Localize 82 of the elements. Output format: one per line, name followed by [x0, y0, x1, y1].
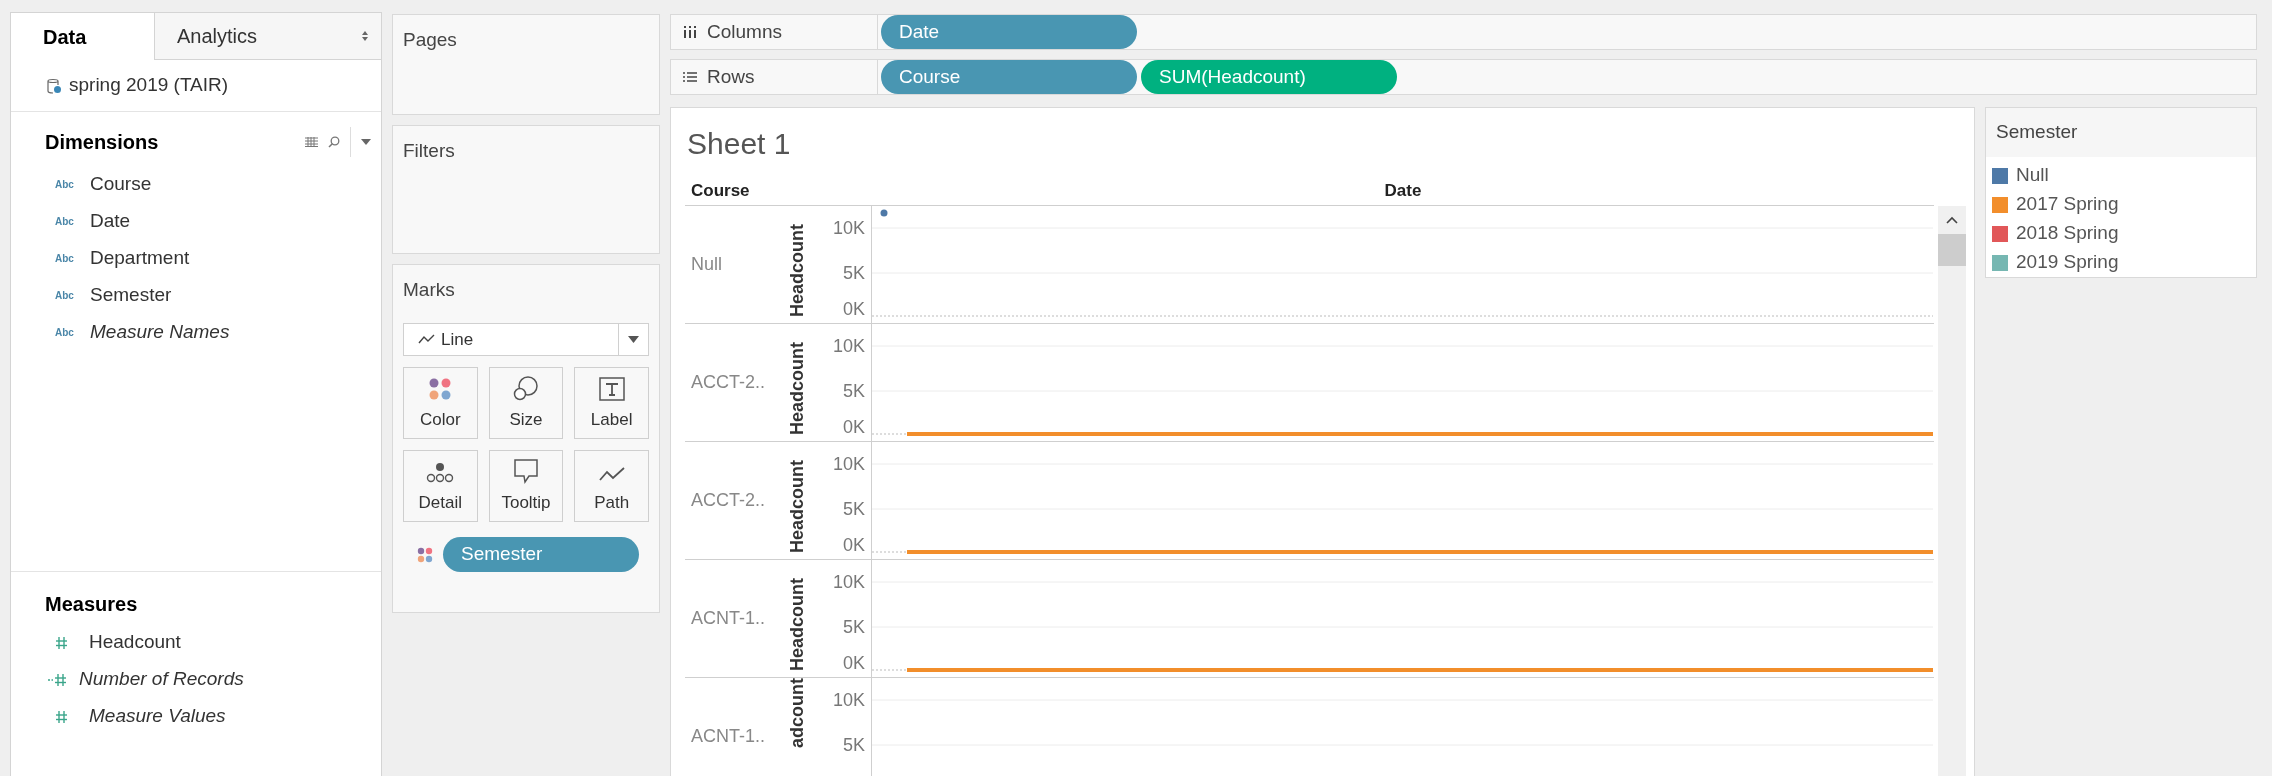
search-icon[interactable]	[328, 136, 340, 148]
axis-tick: 10K	[832, 336, 865, 356]
scroll-up-icon[interactable]	[1946, 216, 1958, 224]
field-item[interactable]: Department	[90, 244, 190, 273]
data-source-name[interactable]: spring 2019 (TAIR)	[69, 71, 229, 100]
scrollbar-thumb[interactable]	[1938, 234, 1966, 266]
color-dots-icon	[417, 546, 433, 563]
up-down-caret-icon	[361, 30, 369, 42]
scrollbar[interactable]	[1938, 206, 1966, 776]
string-type-icon: Abc	[55, 288, 79, 303]
legend-label[interactable]: 2019 Spring	[2016, 248, 2119, 277]
list-view-icon[interactable]	[305, 137, 318, 147]
course-label: ACCT-2..	[691, 489, 765, 512]
axis-title: Headcount	[786, 460, 808, 553]
mark-property-button[interactable]: Tooltip	[488, 450, 564, 522]
string-type-icon: Abc	[55, 214, 79, 229]
axis-tick: 5K	[842, 263, 865, 283]
course-label: ACNT-1..	[691, 725, 765, 748]
field-item[interactable]: Measure Values	[89, 702, 226, 731]
field-item[interactable]: Date	[90, 207, 131, 236]
course-label: ACNT-1..	[691, 607, 765, 630]
column-header: Date	[1384, 179, 1422, 202]
shelf-label: Columns	[707, 19, 782, 44]
sheet-title: Sheet 1	[686, 126, 792, 162]
circles-icon	[513, 374, 539, 401]
color-dots-icon	[428, 376, 453, 401]
generated-hash-icon	[47, 672, 67, 687]
section-title: Measures	[44, 592, 139, 617]
card-title: Pages	[403, 28, 458, 52]
columns-icon	[683, 26, 697, 38]
row-header: Course	[690, 179, 751, 202]
legend-label[interactable]: Null	[2016, 161, 2049, 190]
course-label: ACCT-2..	[691, 371, 765, 394]
axis-tick: 10K	[832, 572, 865, 592]
hash-icon	[55, 709, 67, 724]
mark-property-button[interactable]: Size	[488, 367, 564, 439]
hash-icon	[55, 635, 67, 650]
axis-title: adcount	[786, 678, 808, 748]
field-item[interactable]: Number of Records	[79, 665, 244, 694]
field-item[interactable]: Headcount	[89, 628, 181, 657]
database-icon	[47, 77, 61, 94]
text-label-icon	[598, 376, 625, 401]
axis-title: Headcount	[786, 342, 808, 435]
axis-tick: 10K	[832, 218, 865, 238]
field-item[interactable]: Measure Names	[90, 318, 230, 347]
axis-tick: 5K	[842, 381, 865, 401]
axis-tick: 5K	[842, 617, 865, 637]
line-chart-icon	[418, 334, 435, 345]
mark-property-button[interactable]: Label	[574, 367, 649, 439]
axis-tick: 0K	[842, 653, 865, 673]
field-item[interactable]: Semester	[90, 281, 172, 310]
mark-property-button[interactable]: Color	[403, 367, 478, 439]
card-title: Marks	[403, 278, 456, 302]
legend-label[interactable]: 2017 Spring	[2016, 190, 2119, 219]
string-type-icon: Abc	[55, 325, 79, 340]
legend-title: Semester	[1996, 120, 2078, 145]
field-item[interactable]: Course	[90, 170, 152, 199]
axis-tick: 5K	[842, 499, 865, 519]
axis-tick: 0K	[842, 417, 865, 437]
mark-type-dropdown[interactable]: Line	[403, 323, 649, 356]
section-title: Dimensions	[45, 130, 160, 155]
dropdown-caret-icon	[628, 336, 639, 343]
rows-icon	[683, 71, 697, 83]
dots-icon	[426, 461, 455, 484]
axis-tick: 0K	[842, 299, 865, 319]
mark-property-button[interactable]: Detail	[403, 450, 478, 522]
legend-label[interactable]: 2018 Spring	[2016, 219, 2119, 248]
axis-tick: 10K	[832, 690, 865, 710]
speech-bubble-icon	[513, 457, 539, 484]
axis-tick: 0K	[842, 535, 865, 555]
course-label: Null	[691, 253, 722, 276]
string-type-icon: Abc	[55, 177, 79, 192]
shelf-label: Rows	[707, 64, 755, 89]
dropdown-caret-icon[interactable]	[361, 139, 371, 145]
axis-title: Headcount	[786, 224, 808, 317]
pane-tab[interactable]: Analytics	[154, 13, 381, 60]
axis-tick: 5K	[842, 735, 865, 755]
string-type-icon: Abc	[55, 251, 79, 266]
axis-tick: 10K	[832, 454, 865, 474]
mark-property-button[interactable]: Path	[574, 450, 649, 522]
axis-title: Headcount	[786, 578, 808, 671]
card-title: Filters	[403, 139, 456, 163]
